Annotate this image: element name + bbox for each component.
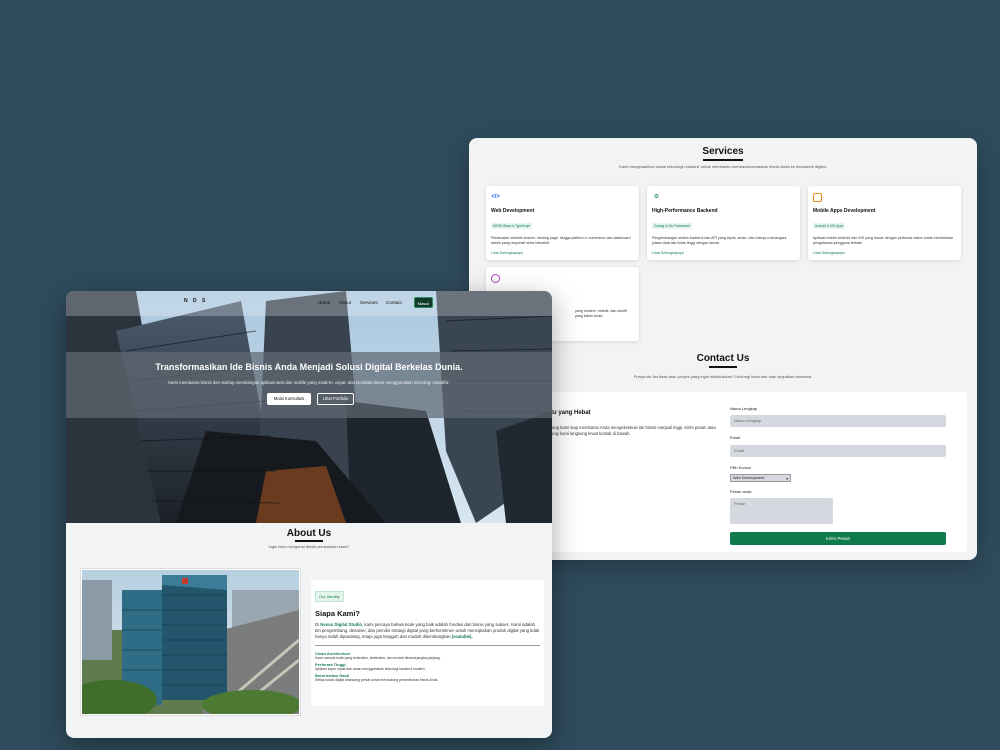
contact-title-text: Contact Us [696, 353, 750, 364]
who-heading: Siapa Kami? [315, 609, 361, 618]
service-label: Pilih Konsul [730, 465, 751, 470]
services-subtitle: Kami menghadirkan solusi teknologi mutak… [619, 164, 827, 169]
message-field[interactable]: Pesan [730, 498, 833, 524]
hero-title: Transformasikan Ide Bisnis Anda Menjadi … [155, 362, 463, 372]
service-link[interactable]: Lihat Selengkapnya [491, 251, 634, 255]
title-underline [295, 540, 323, 542]
home-about-page: N D S Home About Services Contact Masuk … [66, 291, 552, 738]
services-title: Services [469, 146, 977, 161]
about-building-image [67, 568, 302, 720]
service-card-web: </> Web Development MERN Stack & TypeScr… [486, 186, 639, 260]
consult-button[interactable]: Mulai Konsultasi [267, 393, 311, 405]
service-desc: Aplikasi mobile Android dan iOS yang lan… [813, 236, 954, 246]
title-underline [709, 366, 737, 368]
service-select-value: Web Development [733, 476, 765, 480]
about-subtitle: Ingin tahu mengenai detail perusahaan ka… [268, 544, 350, 549]
submit-button[interactable]: Kirim Pesan [730, 532, 946, 545]
phone-icon [813, 193, 822, 202]
nav-link-about[interactable]: About [339, 300, 351, 305]
title-underline [703, 159, 743, 161]
service-title: Mobile Apps Development [813, 208, 876, 214]
palette-icon [491, 274, 500, 283]
nav-link-home[interactable]: Home [318, 300, 330, 305]
email-field[interactable]: Email [730, 445, 946, 457]
login-button[interactable]: Masuk [414, 297, 433, 308]
feature-desc: Kami menulis kode yang terstruktur, ters… [315, 655, 441, 660]
about-title: About Us [66, 528, 552, 542]
desc-scalable: (scalable). [451, 634, 473, 640]
service-card-backend: ⚙ High-Performance Backend Golang & Gin … [647, 186, 800, 260]
message-label: Pesan anda [730, 489, 752, 494]
feature-desc: Aplikasi super cepat dan aman menggunaka… [315, 666, 426, 671]
feature-desc: Setiap solusi digital dirancang penuh un… [315, 677, 439, 682]
service-title: High-Performance Backend [652, 208, 718, 214]
services-title-text: Services [702, 146, 744, 157]
email-label: Email [730, 435, 741, 440]
hero-section: N D S Home About Services Contact Masuk … [66, 291, 552, 523]
identity-panel: Our Identity Siapa Kami? Di Nexus Digita… [311, 580, 544, 706]
service-desc: Pembuatan website kustom, landing page, … [491, 236, 631, 246]
divider [315, 644, 540, 646]
nav-link-services[interactable]: Services [360, 300, 378, 305]
service-card-mobile: Mobile Apps Development Android & iOS Ap… [808, 186, 961, 260]
hero-subtitle: Kami membantu bisnis dan startup membang… [168, 380, 450, 385]
chevron-down-icon: ▾ [786, 477, 788, 481]
portfolio-button[interactable]: Lihat Portfolio [317, 393, 354, 405]
service-link[interactable]: Lihat Selengkapnya [813, 251, 956, 255]
service-tag: MERN Stack & TypeScript [491, 223, 533, 229]
service-select[interactable]: Web Development ▾ [730, 474, 791, 482]
nav-logo[interactable]: N D S [184, 298, 207, 304]
who-description: Di Nexus Digital Studio, kami percaya ba… [315, 622, 540, 641]
service-link[interactable]: Lihat Selengkapnya [652, 251, 795, 255]
office-tower-image [67, 570, 302, 720]
service-desc: Pengembangan sistem backend dan API yang… [652, 236, 787, 246]
identity-tag: Our Identity [315, 591, 344, 602]
chip-icon: ⚙ [653, 194, 660, 200]
name-label: Nama Lengkap [730, 406, 758, 411]
contact-text: embang kami siap membantu Anda mengeksek… [544, 425, 716, 437]
name-field[interactable]: Nama Lengkap [730, 415, 946, 427]
about-title-text: About Us [286, 528, 332, 539]
nav-link-contact[interactable]: Contact [386, 300, 402, 305]
service-title: Web Development [491, 208, 535, 214]
service-tag: Golang & Gin Framework [652, 223, 692, 229]
code-icon: </> [491, 194, 500, 200]
brand-name: Nexus Digital Studio [320, 622, 363, 627]
service-tag: Android & iOS Apps [813, 223, 846, 229]
